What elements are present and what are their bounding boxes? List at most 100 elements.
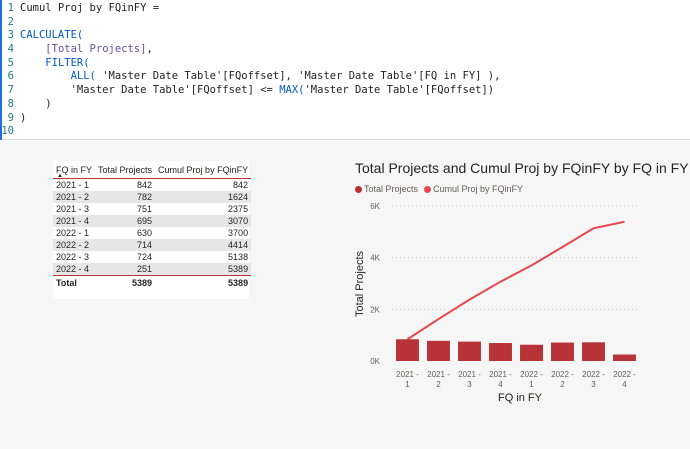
- code-token: [Total Projects]: [45, 43, 147, 56]
- y-tick-label: 0K: [370, 357, 380, 366]
- code-text: [Total Projects],: [20, 43, 152, 57]
- line-number: 2: [7, 15, 14, 28]
- column-header-total-projects[interactable]: Total Projects: [95, 161, 156, 179]
- code-line[interactable]: 1 Cumul Proj by FQinFY =: [0, 2, 690, 16]
- table-cell: 724: [137, 252, 153, 263]
- line-number: 8: [7, 97, 14, 110]
- x-tick-label: 3: [591, 380, 596, 389]
- table-cell: 630: [137, 227, 153, 238]
- y-tick-label: 4K: [370, 254, 380, 263]
- code-line[interactable]: 10: [0, 125, 690, 139]
- code-lines[interactable]: 1 Cumul Proj by FQinFY = 2 3 CALCULATE(4 [To…: [0, 2, 690, 139]
- code-text: ALL( 'Master Date Table'[FQoffset], 'Mas…: [20, 70, 501, 84]
- column-header-fq-in-fy[interactable]: FQ in FY ▲: [53, 161, 96, 179]
- code-token: ALL(: [70, 70, 96, 83]
- x-tick-label: 1: [405, 380, 410, 389]
- table-cell: 842: [233, 179, 249, 190]
- x-tick-label: 2022 -: [582, 370, 605, 379]
- code-token: FILTER(: [45, 56, 90, 69]
- code-line[interactable]: 9): [0, 112, 690, 126]
- table-row[interactable]: 2022 - 4 251 5389: [53, 263, 252, 276]
- code-line[interactable]: 5 FILTER(: [0, 57, 690, 71]
- code-line[interactable]: 3 CALCULATE(: [0, 29, 690, 43]
- table-cell: 714: [95, 238, 156, 252]
- x-tick-label: 2022 -: [520, 370, 543, 379]
- line-number: 7: [7, 84, 14, 97]
- table-row[interactable]: 2021 - 3 751 2375: [53, 203, 251, 215]
- line-number: 10: [1, 125, 14, 138]
- code-line[interactable]: 7 'Master Date Table'[FQoffset] <= MAX('…: [0, 84, 690, 98]
- table-body: 2021 - 1 842 842 2021 - 2 782 1624 2021 - 3 751…: [53, 178, 252, 291]
- code-text: ): [20, 112, 26, 126]
- table-cell: 2022 - 4: [53, 263, 96, 276]
- x-axis-title: FQ in FY: [498, 392, 543, 404]
- table-cell: 695: [95, 214, 156, 227]
- code-text: FILTER(: [20, 56, 90, 71]
- table-row[interactable]: 2022 - 3 724 5138: [53, 251, 251, 263]
- table-cell: 5389: [155, 263, 252, 276]
- x-tick-label: 3: [467, 380, 472, 389]
- chart-plot: 0K2K4K6K2021 -12021 -22021 -32021 -42022…: [354, 202, 640, 404]
- bar-total-projects: [396, 339, 419, 361]
- table-cell: 2022 - 2: [53, 238, 96, 252]
- column-header-cumul-proj[interactable]: Cumul Proj by FQinFY: [155, 161, 252, 179]
- table-total-cell: 5389: [155, 275, 252, 291]
- table-visual[interactable]: FQ in FY ▲ Total Projects Cumul Proj by …: [53, 161, 252, 299]
- table-row[interactable]: 2022 - 1 630 3700: [53, 227, 251, 239]
- code-token: 'Master Date Table'[FQoffset], 'Master D…: [95, 70, 501, 83]
- x-tick-label: 2022 -: [551, 370, 574, 379]
- table-row[interactable]: 2022 - 2 714 4414: [53, 238, 252, 252]
- report-canvas: FQ in FY ▲ Total Projects Cumul Proj by …: [0, 141, 690, 449]
- x-tick-label: 4: [498, 380, 503, 389]
- y-axis-title: Total Projects: [354, 250, 366, 317]
- x-tick-label: 2021 -: [396, 370, 419, 379]
- y-tick-label: 6K: [370, 202, 380, 211]
- bar-total-projects: [582, 342, 605, 361]
- table-cell: 2021 - 2: [53, 190, 96, 203]
- table-cell: 2021 - 1: [56, 179, 90, 190]
- x-tick-label: 2: [560, 380, 565, 389]
- bar-total-projects: [427, 340, 450, 361]
- column-header-label: Cumul Proj by FQinFY: [158, 164, 249, 175]
- line-number: 9: [7, 111, 14, 124]
- dax-formula-editor[interactable]: 1 Cumul Proj by FQinFY = 2 3 CALCULATE(4 [To…: [0, 0, 690, 140]
- code-text: CALCULATE(: [20, 29, 83, 43]
- code-token: CALCULATE(: [20, 29, 84, 42]
- line-number: 3: [7, 29, 14, 42]
- code-token: ): [20, 97, 52, 110]
- code-text: ): [20, 97, 52, 112]
- table-cell: 2022 - 3: [56, 252, 90, 263]
- x-tick-label: 2021 -: [427, 370, 450, 379]
- combo-chart-visual[interactable]: Total Projects and Cumul Proj by FQinFY …: [350, 157, 689, 427]
- bar-total-projects: [489, 343, 512, 361]
- table-cell: 751: [137, 203, 153, 214]
- x-tick-label: 2: [436, 380, 441, 389]
- table-row[interactable]: 2021 - 2 782 1624: [53, 190, 252, 203]
- bar-total-projects: [551, 342, 574, 361]
- table-cell: 1624: [155, 190, 252, 203]
- table-row[interactable]: 2021 - 4 695 3070: [53, 214, 252, 227]
- code-line[interactable]: 4 [Total Projects],: [0, 43, 690, 57]
- table-cell: 782: [95, 190, 156, 203]
- table-cell: 2021 - 4: [53, 214, 96, 227]
- sort-ascending-icon[interactable]: ▲: [57, 173, 63, 179]
- code-line[interactable]: 6 ALL( 'Master Date Table'[FQoffset], 'M…: [0, 70, 690, 84]
- column-header-label: Total Projects: [98, 164, 153, 175]
- table-header-row: FQ in FY ▲ Total Projects Cumul Proj by …: [53, 161, 252, 179]
- line-cumul-proj: [406, 220, 625, 341]
- table-cell: 3700: [228, 227, 249, 238]
- code-line[interactable]: 8 ): [0, 98, 690, 112]
- table-cell: 5138: [228, 252, 249, 263]
- bar-total-projects: [520, 344, 543, 361]
- table-cell: 251: [95, 263, 156, 276]
- table-row[interactable]: 2021 - 1 842 842: [53, 178, 251, 191]
- line-number: 4: [7, 43, 14, 56]
- table-cell: 2022 - 1: [56, 227, 90, 238]
- code-token: 'Master Date Table'[FQoffset] <=: [20, 84, 280, 97]
- bar-total-projects: [458, 341, 481, 361]
- x-tick-label: 4: [622, 380, 627, 389]
- table-cell: 2021 - 3: [56, 203, 90, 214]
- x-tick-label: 2022 -: [613, 370, 636, 379]
- code-line[interactable]: 2: [0, 16, 690, 30]
